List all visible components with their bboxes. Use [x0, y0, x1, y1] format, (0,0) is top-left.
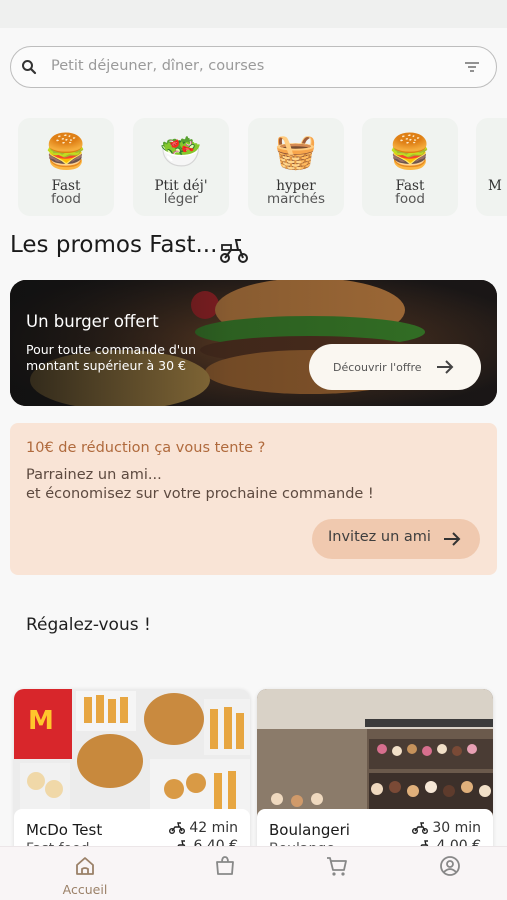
- burger-icon: 🍔: [388, 132, 432, 172]
- search-icon: [22, 60, 37, 75]
- discover-offer-label: Découvrir l'offre: [333, 360, 422, 374]
- referral-card: 10€ de réduction ça vous tente ? Parrain…: [10, 423, 497, 575]
- search-bar[interactable]: Petit déjeuner, dîner, courses: [10, 46, 497, 88]
- bottom-navigation: Accueil: [0, 846, 507, 900]
- delivery-time-value: 42 min: [189, 820, 238, 836]
- bakery-photo: [257, 689, 493, 819]
- discover-offer-button[interactable]: Découvrir l'offre: [309, 344, 481, 390]
- category-carousel[interactable]: 🍔 Fast food 🥗 Ptit déj' léger 🧺 hyper ma…: [0, 118, 507, 218]
- bag-icon: [216, 856, 234, 875]
- filter-icon[interactable]: [464, 60, 480, 74]
- delivery-time: 30 min: [412, 820, 481, 836]
- nav-home[interactable]: Accueil: [55, 855, 115, 897]
- category-hypermarches[interactable]: 🧺 hyper marchés: [248, 118, 344, 216]
- scooter-icon: [412, 822, 429, 834]
- restaurant-name: McDo Test: [26, 821, 103, 839]
- nav-bag[interactable]: [195, 855, 255, 881]
- delivery-time-value: 30 min: [432, 820, 481, 836]
- nav-cart[interactable]: [307, 855, 367, 881]
- category-sublabel: food: [51, 191, 81, 207]
- referral-title: 10€ de réduction ça vous tente ?: [26, 440, 266, 456]
- home-icon: [76, 857, 94, 875]
- mcdo-photo: M: [14, 689, 250, 819]
- restaurant-card-mcdo[interactable]: M McDo Test Fast food 42 min: [14, 689, 250, 869]
- category-sublabel: food: [395, 191, 425, 207]
- referral-line-1: Parrainez un ami...: [26, 467, 162, 483]
- salad-bowl-icon: 🥗: [159, 132, 203, 172]
- status-bar-area: [0, 0, 507, 28]
- promo-description: Pour toute commande d'un montant supérie…: [26, 342, 197, 373]
- invite-friend-button[interactable]: Invitez un ami: [312, 519, 480, 559]
- promo-banner[interactable]: Un burger offert Pour toute commande d'u…: [10, 280, 497, 406]
- svg-text:M: M: [28, 706, 54, 736]
- scooter-icon: [220, 239, 248, 263]
- nav-profile[interactable]: [420, 855, 480, 881]
- referral-line-2: et économisez sur votre prochaine comman…: [26, 486, 374, 502]
- category-fast-food-2[interactable]: 🍔 Fast food: [362, 118, 458, 216]
- profile-icon: [440, 856, 460, 876]
- scooter-icon: [169, 822, 186, 834]
- burger-icon: 🍔: [44, 132, 88, 172]
- section-title: Régalez-vous !: [26, 615, 151, 635]
- category-sublabel: léger: [163, 191, 199, 207]
- category-ptit-dej[interactable]: 🥗 Ptit déj' léger: [133, 118, 229, 216]
- restaurant-name: Boulangeri: [269, 821, 350, 839]
- category-sublabel: marchés: [267, 191, 325, 207]
- invite-friend-label: Invitez un ami: [328, 529, 431, 545]
- restaurant-card-boulangerie[interactable]: Boulangeri Boulange 30 min 4.00 €: [257, 689, 493, 869]
- search-input[interactable]: Petit déjeuner, dîner, courses: [51, 58, 264, 74]
- promo-title: Un burger offert: [26, 312, 159, 331]
- cart-icon: [327, 857, 347, 876]
- shopping-basket-icon: 🧺: [274, 132, 318, 172]
- arrow-right-icon: [437, 360, 454, 374]
- category-partial[interactable]: M: [476, 118, 507, 216]
- category-label: M: [488, 178, 502, 194]
- nav-home-label: Accueil: [62, 882, 108, 897]
- arrow-right-icon: [444, 532, 461, 546]
- category-fast-food[interactable]: 🍔 Fast food: [18, 118, 114, 216]
- promos-title: Les promos Fast...: [10, 232, 218, 258]
- delivery-time: 42 min: [169, 820, 238, 836]
